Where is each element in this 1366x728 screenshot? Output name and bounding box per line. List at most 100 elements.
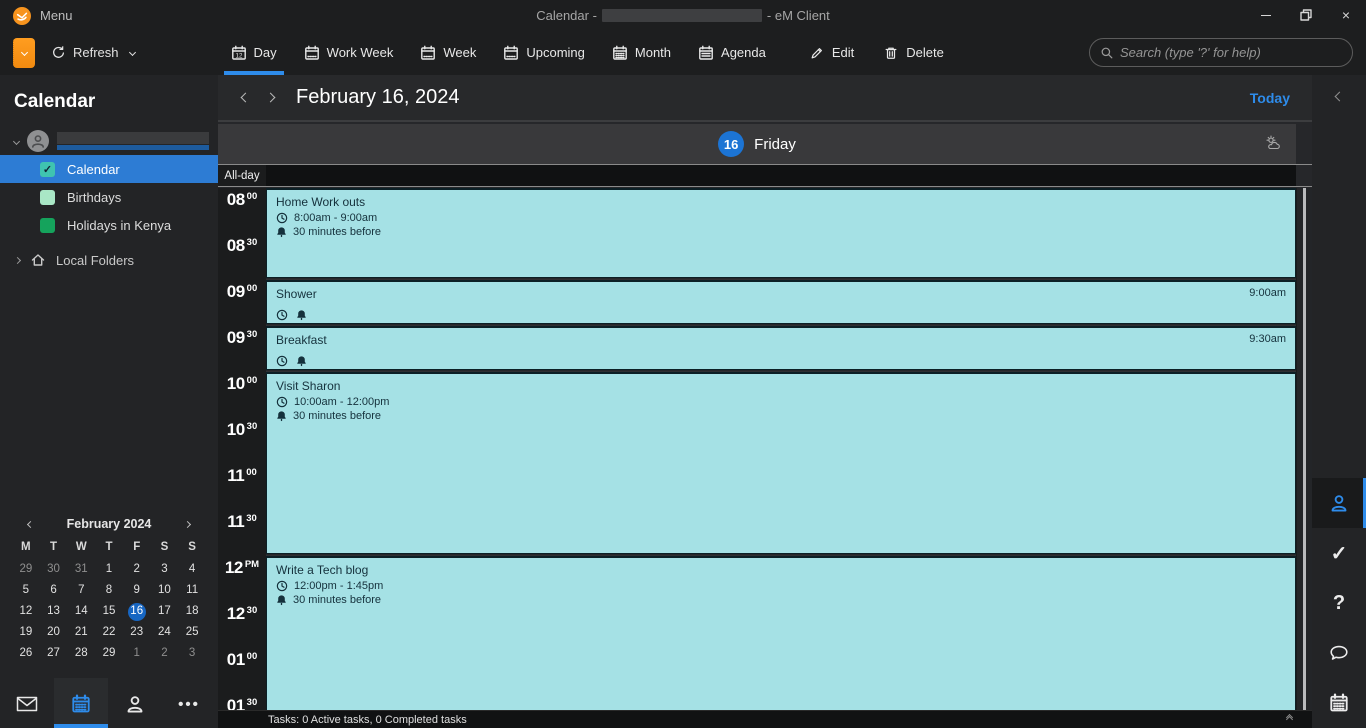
close-button[interactable]: ×: [1326, 0, 1366, 30]
previous-day-button[interactable]: [240, 92, 251, 103]
clock-icon: [276, 352, 288, 369]
mini-calendar-day[interactable]: 6: [40, 582, 68, 599]
mini-calendar-day-header: T: [50, 541, 58, 553]
calendar-checkbox[interactable]: ✓: [40, 161, 55, 177]
tab-upcoming[interactable]: Upcoming: [503, 30, 585, 75]
app-nav-more[interactable]: •••: [162, 678, 216, 728]
mini-calendar-day-header: T: [105, 541, 113, 553]
mini-calendar-day[interactable]: 3: [151, 561, 179, 578]
time-label: 10 00: [226, 374, 258, 393]
mini-calendar-day[interactable]: 23: [123, 624, 151, 641]
mini-calendar-day[interactable]: 4: [178, 561, 206, 578]
mini-calendar-day[interactable]: 21: [67, 624, 95, 641]
mini-calendar-day[interactable]: 13: [40, 603, 68, 620]
mini-calendar-day[interactable]: 25: [178, 624, 206, 641]
rail-help-button[interactable]: ?: [1312, 578, 1366, 628]
refresh-button[interactable]: Refresh: [51, 45, 136, 60]
sidebar-item-calendar[interactable]: ✓ Calendar: [0, 155, 218, 183]
account-row[interactable]: [0, 127, 218, 155]
search-input[interactable]: [1120, 45, 1342, 60]
all-day-events-area[interactable]: [266, 165, 1296, 186]
mini-calendar-day[interactable]: 29: [12, 561, 40, 578]
mini-calendar-day[interactable]: 2: [151, 645, 179, 662]
mini-calendar-day[interactable]: 19: [12, 624, 40, 641]
delete-button[interactable]: Delete: [884, 45, 944, 60]
mini-calendar-next-button[interactable]: [183, 520, 192, 528]
mini-calendar-day[interactable]: 29: [95, 645, 123, 662]
mini-calendar-day[interactable]: 30: [40, 561, 68, 578]
mini-calendar-day[interactable]: 9: [123, 582, 151, 599]
mini-calendar-day[interactable]: 3: [178, 645, 206, 662]
rail-contacts-button[interactable]: [1312, 478, 1366, 528]
refresh-dropdown-arrow[interactable]: [128, 48, 136, 57]
calendar-color-swatch[interactable]: [40, 217, 55, 233]
edit-button[interactable]: Edit: [810, 45, 854, 60]
mini-calendar-day[interactable]: 8: [95, 582, 123, 599]
sidebar-item-holidays-in-kenya[interactable]: Holidays in Kenya: [0, 211, 218, 239]
redacted-account-name: [57, 132, 209, 150]
rail-tasks-button[interactable]: ✓: [1312, 528, 1366, 578]
time-label: 10 30: [226, 420, 258, 439]
calendar-week-icon: [304, 44, 320, 61]
app-nav-mail[interactable]: [0, 678, 54, 728]
all-day-row: All-day: [218, 164, 1312, 187]
mini-calendar-selected-day[interactable]: 16: [123, 602, 151, 621]
scrollbar-thumb[interactable]: [1303, 188, 1306, 710]
mini-calendar-day[interactable]: 1: [123, 645, 151, 662]
day-header[interactable]: 16 Friday: [218, 124, 1296, 164]
today-button[interactable]: Today: [1250, 90, 1290, 106]
mini-calendar-day[interactable]: 2: [123, 561, 151, 578]
events-area[interactable]: Home Work outs 8:00am - 9:00am 30 minutes …: [266, 188, 1296, 710]
calendar-event[interactable]: Shower 9:00am: [266, 280, 1296, 324]
vertical-scrollbar[interactable]: [1296, 188, 1312, 710]
clock-icon: [276, 580, 288, 592]
tab-week[interactable]: Week: [420, 30, 476, 75]
sidebar-item-local-folders[interactable]: Local Folders: [0, 245, 218, 275]
restore-button[interactable]: [1286, 0, 1326, 30]
account-expand-icon[interactable]: [12, 137, 21, 145]
mini-calendar-day[interactable]: 5: [12, 582, 40, 599]
mini-calendar-day[interactable]: 1: [95, 561, 123, 578]
new-button[interactable]: +New: [13, 37, 275, 114]
mini-calendar-day[interactable]: 20: [40, 624, 68, 641]
minimize-button[interactable]: [1246, 0, 1286, 30]
mini-calendar-day[interactable]: 31: [67, 561, 95, 578]
weather-icon[interactable]: [1264, 134, 1282, 152]
mini-calendar-day[interactable]: 24: [151, 624, 179, 641]
clock-icon: [276, 306, 288, 323]
new-dropdown-arrow[interactable]: [13, 37, 35, 68]
collapse-status-icon[interactable]: [1285, 713, 1294, 723]
sidebar-item-birthdays[interactable]: Birthdays: [0, 183, 218, 211]
mini-calendar-day[interactable]: 26: [12, 645, 40, 662]
calendar-color-swatch[interactable]: [40, 189, 55, 205]
mini-calendar-day[interactable]: 11: [178, 582, 206, 599]
mini-calendar-day[interactable]: 28: [67, 645, 95, 662]
event-title: Shower: [276, 287, 317, 301]
mini-calendar-day[interactable]: 17: [151, 603, 179, 620]
tab-agenda[interactable]: Agenda: [698, 30, 766, 75]
rail-chat-button[interactable]: [1312, 628, 1366, 678]
calendar-event[interactable]: Visit Sharon 10:00am - 12:00pm 30 minutes …: [266, 372, 1296, 554]
calendar-event[interactable]: Breakfast 9:30am: [266, 326, 1296, 370]
tab-work-week[interactable]: Work Week: [304, 30, 393, 75]
mini-calendar-day[interactable]: 12: [12, 603, 40, 620]
mini-calendar-day[interactable]: 22: [95, 624, 123, 641]
mini-calendar-day[interactable]: 14: [67, 603, 95, 620]
collapse-panel-button[interactable]: [1312, 87, 1366, 105]
search-box[interactable]: [1089, 38, 1353, 67]
mini-calendar-day[interactable]: 10: [151, 582, 179, 599]
mini-calendar-day[interactable]: 27: [40, 645, 68, 662]
next-day-button[interactable]: [265, 92, 276, 103]
mini-calendar-day[interactable]: 15: [95, 603, 123, 620]
mini-calendar-day[interactable]: 7: [67, 582, 95, 599]
tab-month[interactable]: Month: [612, 30, 671, 75]
calendar-event[interactable]: Write a Tech blog 12:00pm - 1:45pm 30 minu…: [266, 556, 1296, 710]
tab-day[interactable]: 12 Day: [223, 30, 284, 75]
app-nav-calendar[interactable]: [54, 678, 108, 728]
calendar-event[interactable]: Home Work outs 8:00am - 9:00am 30 minutes …: [266, 188, 1296, 278]
app-nav-contacts[interactable]: [108, 678, 162, 728]
mini-calendar-prev-button[interactable]: [26, 520, 35, 528]
mini-calendar-day[interactable]: 18: [178, 603, 206, 620]
rail-calendar-button[interactable]: [1312, 678, 1366, 728]
clock-icon: [276, 396, 288, 408]
